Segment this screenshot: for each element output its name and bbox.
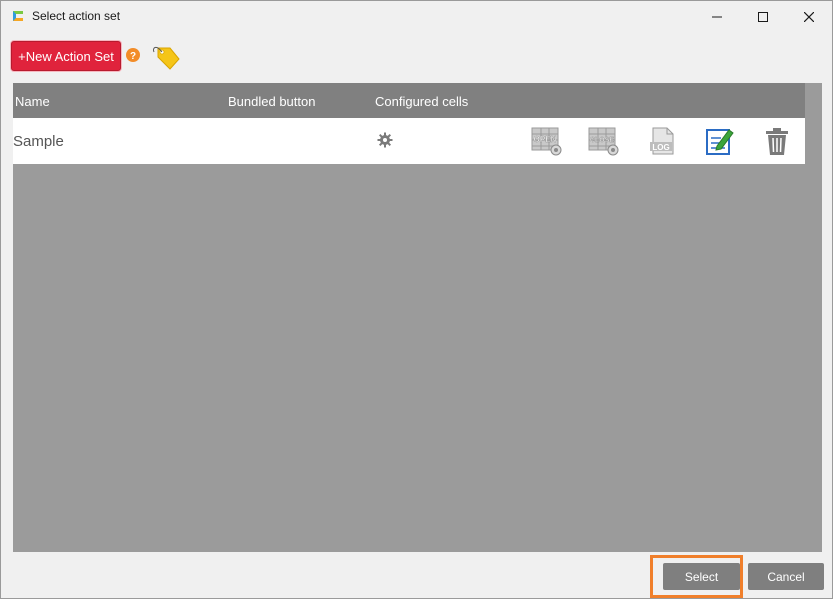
maximize-button[interactable] — [740, 1, 786, 33]
minimize-icon — [712, 16, 722, 18]
open-cells-icon[interactable]: OPEN — [531, 126, 563, 156]
select-action-set-dialog: Select action set +New Action Set ? Name… — [0, 0, 833, 599]
maximize-icon — [758, 12, 768, 22]
svg-text:OPEN: OPEN — [534, 135, 557, 144]
action-set-table: Name Bundled button Configured cells Sam… — [13, 83, 822, 552]
svg-text:?: ? — [130, 51, 136, 62]
table-header: Name Bundled button Configured cells — [13, 83, 805, 118]
table-row[interactable]: Sample OPEN CLOSE LOG — [13, 118, 805, 164]
svg-text:LOG: LOG — [652, 143, 669, 152]
log-icon[interactable]: LOG — [647, 126, 679, 156]
row-name: Sample — [13, 133, 64, 150]
column-header-bundled-button: Bundled button — [228, 94, 316, 109]
new-action-set-button[interactable]: +New Action Set — [11, 41, 121, 71]
gear-icon[interactable] — [377, 132, 393, 148]
help-icon[interactable]: ? — [126, 48, 140, 62]
select-button[interactable]: Select — [663, 563, 740, 590]
window-title: Select action set — [32, 9, 121, 23]
app-logo-icon — [13, 11, 23, 21]
tag-icon[interactable] — [150, 42, 180, 70]
close-window-button[interactable] — [786, 1, 832, 33]
trash-icon[interactable] — [761, 126, 793, 156]
cancel-button[interactable]: Cancel — [748, 563, 824, 590]
title-bar: Select action set — [1, 1, 832, 33]
column-header-name: Name — [15, 94, 50, 109]
svg-text:CLOSE: CLOSE — [590, 137, 614, 144]
minimize-button[interactable] — [694, 1, 740, 33]
close-cells-icon[interactable]: CLOSE — [588, 126, 620, 156]
edit-icon[interactable] — [703, 126, 735, 156]
column-header-configured-cells: Configured cells — [375, 94, 469, 109]
vertical-scrollbar[interactable] — [805, 83, 822, 552]
close-icon — [804, 12, 814, 22]
